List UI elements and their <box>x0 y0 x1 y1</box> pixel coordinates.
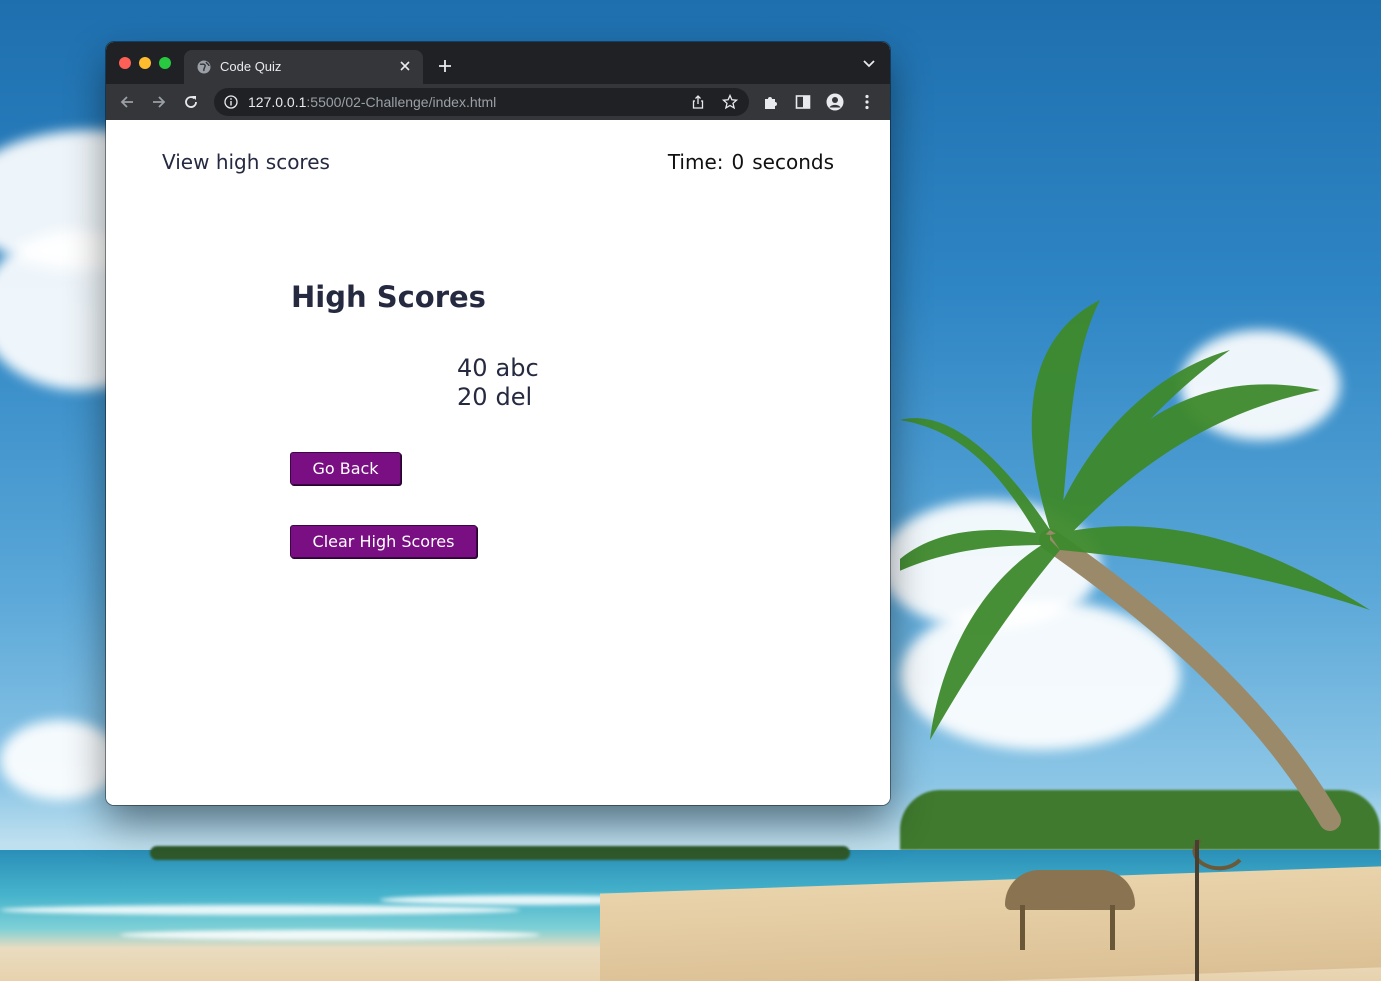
high-scores-list: 40 abc 20 del <box>457 354 539 412</box>
list-item: 20 del <box>457 383 539 412</box>
tab-title: Code Quiz <box>220 59 282 74</box>
browser-tab[interactable]: Code Quiz <box>184 50 423 84</box>
info-icon[interactable] <box>224 95 238 109</box>
close-icon[interactable] <box>397 58 413 74</box>
timer: Time: 0 seconds <box>668 150 834 174</box>
browser-titlebar: Code Quiz <box>106 42 890 84</box>
back-arrow-icon[interactable] <box>118 93 136 111</box>
url-path: :5500/02-Challenge/index.html <box>306 94 497 110</box>
list-item: 40 abc <box>457 354 539 383</box>
globe-icon <box>197 60 211 74</box>
browser-window: Code Quiz 127.0.0.1:5500/02-Challenge/in… <box>106 42 890 805</box>
timer-value: 0 <box>731 150 745 174</box>
clear-high-scores-button[interactable]: Clear High Scores <box>290 525 477 558</box>
address-bar[interactable]: 127.0.0.1:5500/02-Challenge/index.html <box>214 88 749 116</box>
maximize-window-button[interactable] <box>159 57 171 69</box>
view-high-scores-link[interactable]: View high scores <box>162 150 330 174</box>
share-icon[interactable] <box>690 94 706 110</box>
extensions-puzzle-icon[interactable] <box>762 93 780 111</box>
reload-icon[interactable] <box>182 93 200 111</box>
go-back-button[interactable]: Go Back <box>290 452 401 485</box>
forward-arrow-icon[interactable] <box>150 93 168 111</box>
page-title: High Scores <box>291 280 486 314</box>
side-panel-icon[interactable] <box>794 93 812 111</box>
score-value: 20 <box>457 383 488 411</box>
more-menu-icon[interactable] <box>858 93 876 111</box>
score-initials: del <box>495 383 533 411</box>
score-value: 40 <box>457 354 488 382</box>
timer-unit: seconds <box>752 150 834 174</box>
browser-toolbar: 127.0.0.1:5500/02-Challenge/index.html <box>106 84 890 120</box>
url-host: 127.0.0.1 <box>248 94 307 110</box>
close-window-button[interactable] <box>119 57 131 69</box>
minimize-window-button[interactable] <box>139 57 151 69</box>
profile-avatar-icon[interactable] <box>826 93 844 111</box>
score-initials: abc <box>495 354 539 382</box>
chevron-down-icon[interactable] <box>862 59 876 69</box>
star-bookmark-icon[interactable] <box>722 94 738 110</box>
timer-label: Time: <box>667 150 724 174</box>
new-tab-icon[interactable] <box>437 58 453 74</box>
palm-tree-graphic <box>900 300 1370 871</box>
page-viewport: View high scores Time: 0 seconds High Scor… <box>106 120 890 805</box>
url-text: 127.0.0.1:5500/02-Challenge/index.html <box>248 94 496 110</box>
